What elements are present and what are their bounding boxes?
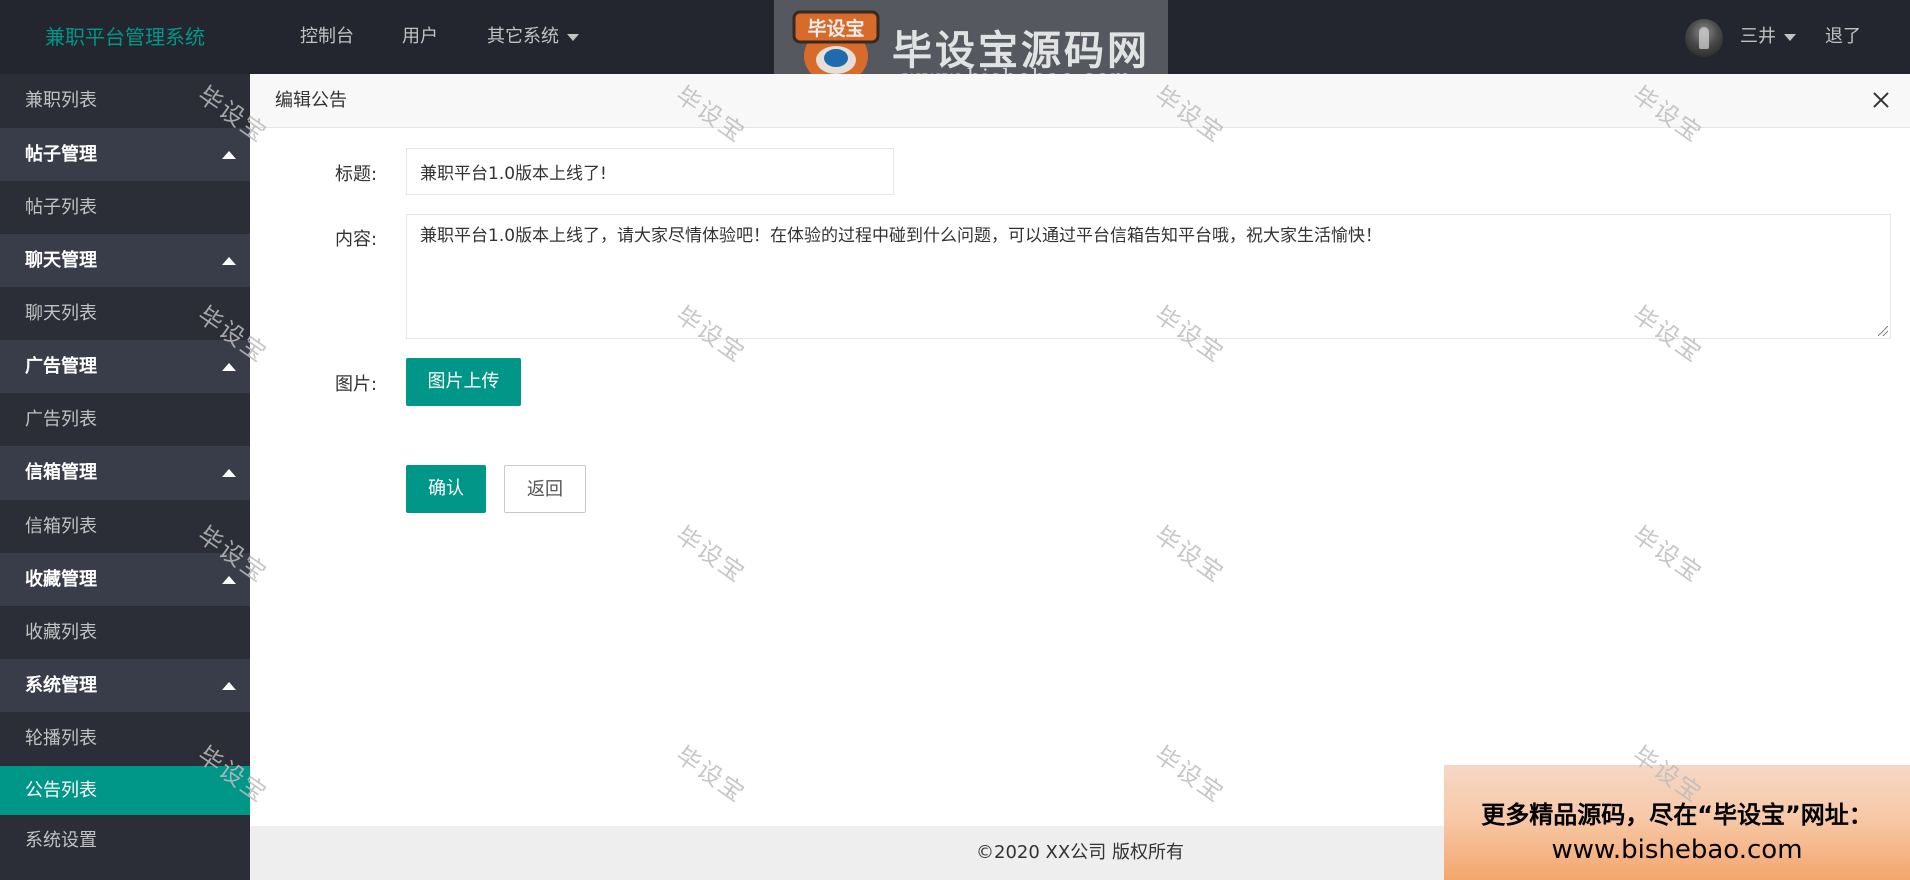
image-upload-button[interactable]: 图片上传 <box>406 358 521 406</box>
nav-other-systems[interactable]: 其它系统 <box>487 0 579 74</box>
sidebar-item-notice-list[interactable]: 公告列表 <box>0 766 250 815</box>
promo-url: www.bishebao.com <box>1551 835 1803 865</box>
footer-copyright: ©2020 XX公司 版权所有 <box>976 842 1184 863</box>
sidebar-item-label: 兼职列表 <box>25 90 97 111</box>
chevron-up-icon <box>222 256 236 265</box>
sidebar-item-carousel-list[interactable]: 轮播列表 <box>0 712 250 766</box>
watermark: 毕设宝 <box>670 520 751 589</box>
promo-banner: 更多精品源码，尽在“毕设宝”网址： www.bishebao.com <box>1444 765 1910 880</box>
sidebar-item-label: 聊天管理 <box>25 250 97 271</box>
title-input[interactable] <box>406 148 894 195</box>
user-name: 三井 <box>1740 26 1776 47</box>
sidebar-item-label: 广告管理 <box>25 356 97 377</box>
content-textarea[interactable]: 兼职平台1.0版本上线了，请大家尽情体验吧！在体验的过程中碰到什么问题，可以通过… <box>406 214 1891 339</box>
sidebar-item-mailbox-list[interactable]: 信箱列表 <box>0 500 250 553</box>
sidebar-group-chat[interactable]: 聊天管理 <box>0 234 250 287</box>
sidebar-item-label: 广告列表 <box>25 409 97 430</box>
chevron-up-icon <box>222 150 236 159</box>
user-menu[interactable]: 三井 <box>1740 0 1796 74</box>
logout-label: 退了 <box>1825 26 1861 47</box>
sidebar-item-chat-list[interactable]: 聊天列表 <box>0 287 250 340</box>
app-title[interactable]: 兼职平台管理系统 <box>45 0 205 74</box>
watermark: 毕设宝 <box>1627 520 1708 589</box>
sidebar-group-system[interactable]: 系统管理 <box>0 659 250 712</box>
sidebar: 兼职列表 帖子管理 帖子列表 聊天管理 聊天列表 广告管理 广告列表 信箱管理 … <box>0 74 250 880</box>
sidebar-item-system-settings[interactable]: 系统设置 <box>0 815 250 880</box>
nav-other-systems-label: 其它系统 <box>487 26 559 47</box>
close-icon[interactable] <box>1867 86 1895 114</box>
resize-grip-icon[interactable] <box>1878 326 1888 336</box>
watermark: 毕设宝 <box>670 740 751 809</box>
content-text: 兼职平台1.0版本上线了，请大家尽情体验吧！在体验的过程中碰到什么问题，可以通过… <box>420 226 1383 246</box>
sidebar-item-label: 聊天列表 <box>25 303 97 324</box>
promo-line-1: 更多精品源码，尽在“毕设宝”网址： <box>1481 801 1873 829</box>
sidebar-item-label: 公告列表 <box>25 780 97 801</box>
sidebar-item-label: 收藏管理 <box>25 569 97 590</box>
avatar[interactable] <box>1685 19 1723 57</box>
sidebar-item-ad-list[interactable]: 广告列表 <box>0 393 250 446</box>
back-button[interactable]: 返回 <box>504 465 586 513</box>
chevron-up-icon <box>222 575 236 584</box>
image-label: 图片: <box>335 374 378 395</box>
sidebar-group-favorites[interactable]: 收藏管理 <box>0 553 250 606</box>
sidebar-item-label: 系统设置 <box>25 830 97 851</box>
logout-link[interactable]: 退了 <box>1825 0 1861 74</box>
sidebar-item-post-list[interactable]: 帖子列表 <box>0 181 250 234</box>
watermark: 毕设宝 <box>1149 520 1230 589</box>
sidebar-item-job-list[interactable]: 兼职列表 <box>0 74 250 128</box>
sidebar-item-label: 信箱管理 <box>25 462 97 483</box>
sidebar-item-label: 收藏列表 <box>25 622 97 643</box>
chevron-up-icon <box>222 469 236 477</box>
nav-console-label: 控制台 <box>300 26 354 47</box>
chevron-down-icon <box>1784 33 1796 41</box>
nav-users[interactable]: 用户 <box>402 0 438 74</box>
nav-users-label: 用户 <box>402 26 438 47</box>
sidebar-item-label: 系统管理 <box>25 675 97 696</box>
chevron-up-icon <box>222 362 236 371</box>
content-label: 内容: <box>335 229 378 250</box>
sidebar-item-label: 帖子管理 <box>25 144 97 165</box>
sidebar-group-mailbox[interactable]: 信箱管理 <box>0 446 250 500</box>
sidebar-item-label: 轮播列表 <box>25 728 97 749</box>
confirm-button[interactable]: 确认 <box>406 465 486 513</box>
avatar-figure-icon <box>1699 27 1709 49</box>
panel-title: 编辑公告 <box>275 90 347 111</box>
banner-badge-text: 毕设宝 <box>807 17 864 40</box>
sidebar-item-favorites-list[interactable]: 收藏列表 <box>0 606 250 659</box>
chevron-up-icon <box>222 681 236 690</box>
sidebar-item-label: 帖子列表 <box>25 197 97 218</box>
sidebar-group-ads[interactable]: 广告管理 <box>0 340 250 393</box>
chevron-down-icon <box>567 33 579 41</box>
sidebar-group-posts[interactable]: 帖子管理 <box>0 128 250 181</box>
sidebar-item-label: 信箱列表 <box>25 516 97 537</box>
title-label: 标题: <box>335 164 378 185</box>
nav-console[interactable]: 控制台 <box>300 0 354 74</box>
panel-header: 编辑公告 <box>250 74 1910 128</box>
watermark: 毕设宝 <box>1149 740 1230 809</box>
